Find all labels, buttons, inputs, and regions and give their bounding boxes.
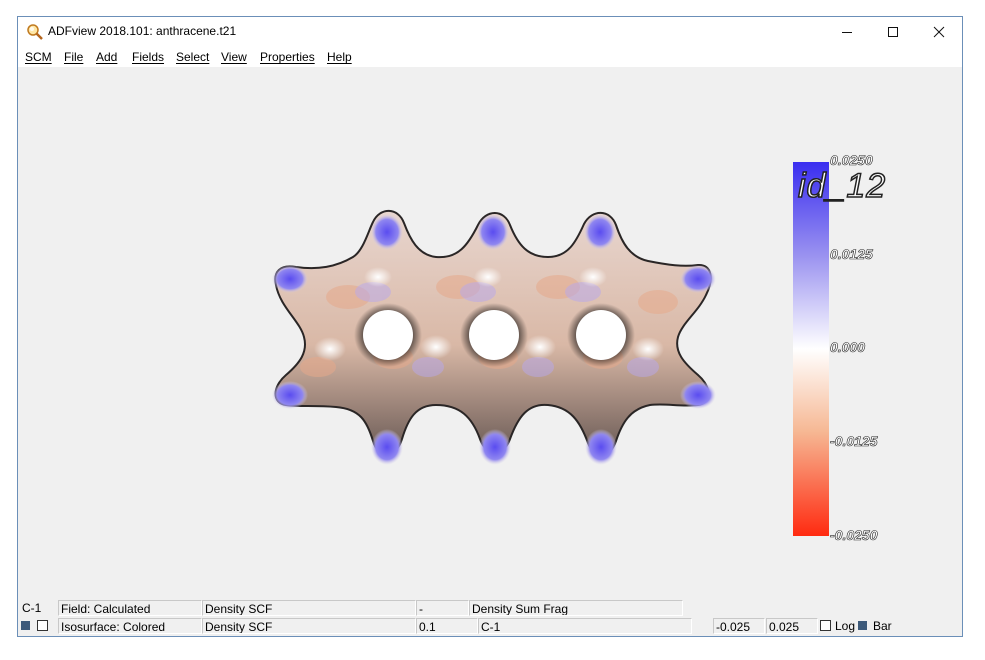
menu-bar: SCM File Add Fields Select View Properti…: [18, 47, 962, 67]
color-max-input[interactable]: 0.025: [766, 618, 818, 634]
isosurface-density-cell[interactable]: Density SCF: [202, 618, 416, 634]
menu-view[interactable]: View: [221, 50, 247, 64]
legend-label-upper: 0.0125: [830, 246, 873, 263]
close-icon: [933, 26, 945, 38]
field-op-cell[interactable]: -: [416, 600, 469, 616]
log-label: Log: [835, 619, 856, 633]
status-atom-label: C-1: [22, 601, 42, 615]
bar-checkbox-checked[interactable]: [858, 621, 867, 630]
iso-value-input[interactable]: 0.1: [416, 618, 478, 634]
maximize-button[interactable]: [870, 17, 916, 47]
bar-label: Bar: [873, 619, 892, 633]
status-bar: C-1 Field: Calculated Density SCF - Dens…: [18, 599, 962, 636]
menu-select[interactable]: Select: [176, 50, 209, 64]
3d-viewport[interactable]: id_12 0.0250 0.0125 0.000 -0.0125 -0.025…: [18, 67, 962, 599]
legend-label-zero: 0.000: [830, 339, 866, 356]
isosurface-type-cell[interactable]: Isosurface: Colored: [58, 618, 202, 634]
menu-file[interactable]: File: [64, 50, 83, 64]
magnifier-app-icon: [27, 24, 43, 40]
field-type-cell[interactable]: Field: Calculated: [58, 600, 202, 616]
field-density-cell[interactable]: Density SCF: [202, 600, 416, 616]
close-button[interactable]: [916, 17, 962, 47]
isosurface-atom-cell[interactable]: C-1: [478, 618, 692, 634]
minimize-icon: [842, 32, 852, 33]
menu-fields[interactable]: Fields: [132, 50, 164, 64]
minimize-button[interactable]: [824, 17, 870, 47]
title-bar: ADFview 2018.101: anthracene.t21: [18, 17, 962, 47]
legend-label-max: 0.0250: [830, 152, 873, 169]
menu-add[interactable]: Add: [96, 50, 117, 64]
legend-label-lower: -0.0125: [830, 433, 878, 450]
menu-properties[interactable]: Properties: [260, 50, 315, 64]
window-title: ADFview 2018.101: anthracene.t21: [48, 24, 237, 38]
maximize-icon: [888, 27, 898, 37]
legend-label-min: -0.0250: [830, 527, 878, 544]
molecule-surface: [272, 209, 716, 465]
app-window: ADFview 2018.101: anthracene.t21 SCM Fil…: [17, 16, 963, 637]
menu-help[interactable]: Help: [327, 50, 352, 64]
isosurface-color-swatch[interactable]: [21, 621, 30, 630]
field-sum-frag-cell[interactable]: Density Sum Frag: [469, 600, 683, 616]
color-scale-bar: [793, 162, 829, 536]
isosurface-render[interactable]: [18, 67, 962, 599]
color-min-input[interactable]: -0.025: [713, 618, 765, 634]
legend-title: id_12: [797, 166, 887, 206]
isosurface-visible-checkbox[interactable]: [37, 620, 48, 631]
menu-scm[interactable]: SCM: [25, 50, 52, 64]
ring-holes: [354, 303, 635, 367]
log-checkbox[interactable]: [820, 620, 831, 631]
